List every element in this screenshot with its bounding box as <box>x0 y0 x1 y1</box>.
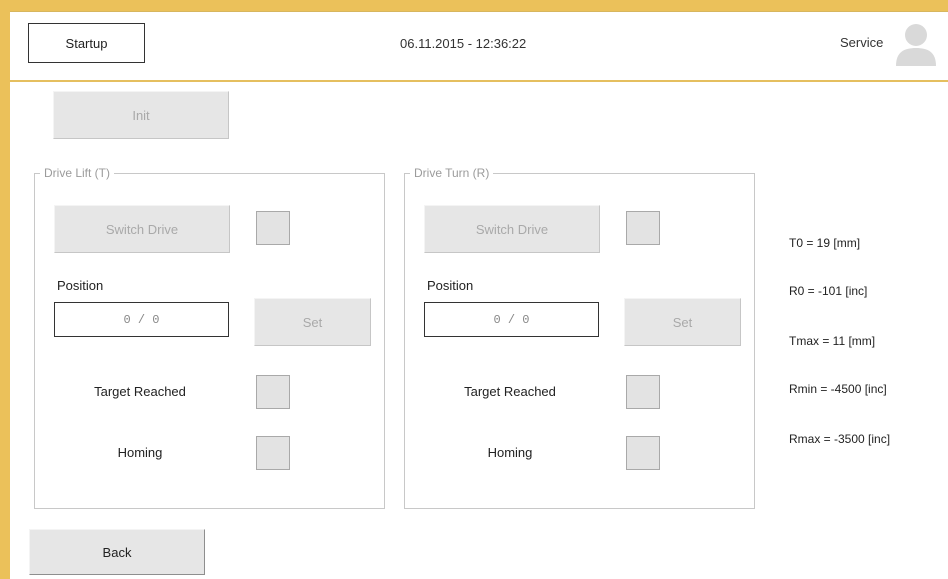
drive-lift-group: Drive Lift (T) Switch Drive Position 0 /… <box>34 166 385 509</box>
param-t0: T0 = 19 [mm] <box>789 236 861 250</box>
param-r0: R0 = -101 [inc] <box>789 284 868 298</box>
header-bar: Startup 06.11.2015 - 12:36:22 Service <box>10 12 948 82</box>
datetime-display: 06.11.2015 - 12:36:22 <box>400 36 527 51</box>
drive-status-indicator <box>626 211 660 245</box>
drive-status-indicator <box>256 211 290 245</box>
target-reached-label: Target Reached <box>94 384 186 399</box>
user-avatar-icon[interactable] <box>896 22 936 66</box>
back-button[interactable]: Back <box>29 529 205 575</box>
set-position-button[interactable]: Set <box>254 298 371 346</box>
set-position-button[interactable]: Set <box>624 298 741 346</box>
param-rmin: Rmin = -4500 [inc] <box>789 382 887 396</box>
param-tmax: Tmax = 11 [mm] <box>789 334 876 348</box>
group-title: Drive Turn (R) <box>410 166 494 180</box>
target-reached-indicator <box>256 375 290 409</box>
target-reached-label: Target Reached <box>464 384 556 399</box>
homing-indicator <box>256 436 290 470</box>
main-panel: Startup 06.11.2015 - 12:36:22 Service In… <box>10 11 948 579</box>
homing-label: Homing <box>487 445 533 460</box>
position-label: Position <box>427 278 474 293</box>
target-reached-indicator <box>626 375 660 409</box>
param-rmax: Rmax = -3500 [inc] <box>789 432 891 446</box>
position-field[interactable]: 0 / 0 <box>54 302 229 337</box>
homing-label: Homing <box>117 445 163 460</box>
switch-drive-button[interactable]: Switch Drive <box>54 205 230 253</box>
user-role-label: Service <box>840 35 884 50</box>
switch-drive-button[interactable]: Switch Drive <box>424 205 600 253</box>
drive-turn-group: Drive Turn (R) Switch Drive Position 0 /… <box>404 166 755 509</box>
init-button[interactable]: Init <box>53 91 229 139</box>
position-label: Position <box>57 278 104 293</box>
homing-indicator <box>626 436 660 470</box>
startup-button[interactable]: Startup <box>28 23 145 63</box>
group-title: Drive Lift (T) <box>40 166 114 180</box>
position-field[interactable]: 0 / 0 <box>424 302 599 337</box>
